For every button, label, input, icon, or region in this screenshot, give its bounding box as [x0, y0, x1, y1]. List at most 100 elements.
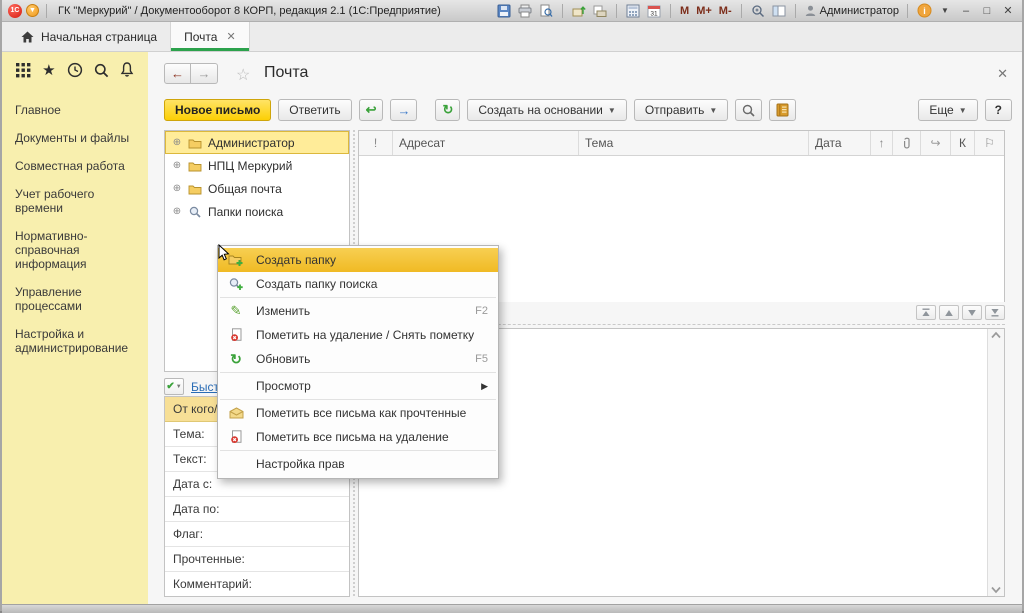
folder-icon [188, 137, 202, 149]
svg-text:31: 31 [650, 10, 658, 17]
filter-flag[interactable]: Флаг: [165, 522, 349, 547]
filter-read[interactable]: Прочтенные: [165, 547, 349, 572]
column-date[interactable]: Дата [809, 131, 871, 155]
menu-item-create-search-folder[interactable]: Создать папку поиска [218, 272, 498, 296]
folder-row-administrator[interactable]: ⊕ Администратор [165, 131, 349, 154]
back-button[interactable]: ← [164, 63, 191, 84]
column-copy[interactable]: К [951, 131, 975, 155]
mail-toolbar: Новое письмо Ответить ↩ → ↻ Создать на о… [164, 98, 1012, 122]
calendar-icon[interactable]: 31 [646, 3, 662, 18]
chevron-down-icon[interactable]: ▼ [937, 6, 953, 15]
create-based-on-button[interactable]: Создать на основании ▼ [467, 99, 626, 121]
sidebar-item-collaboration[interactable]: Совместная работа [2, 152, 148, 180]
scroll-up-icon[interactable] [990, 331, 1002, 339]
column-subject[interactable]: Тема [579, 131, 809, 155]
close-form-icon[interactable]: ✕ [997, 66, 1008, 82]
memory-m-plus-button[interactable]: M+ [695, 5, 713, 17]
favorite-star-icon[interactable]: ☆ [236, 65, 250, 85]
expand-icon[interactable]: ⊕ [172, 137, 182, 148]
filter-comment[interactable]: Комментарий: [165, 572, 349, 597]
send-mail-icon[interactable] [571, 3, 587, 18]
expand-icon[interactable]: ⊕ [172, 160, 182, 171]
menu-item-create-folder[interactable]: Создать папку [218, 248, 498, 272]
folder-icon [188, 183, 202, 195]
expand-icon[interactable]: ⊕ [172, 206, 182, 217]
favorites-star-icon[interactable]: ★ [42, 63, 55, 78]
system-menu-icon[interactable]: ▼ [26, 4, 39, 17]
column-importance[interactable]: ! [359, 131, 393, 155]
move-top-button[interactable] [916, 305, 936, 320]
expand-icon[interactable]: ⊕ [172, 183, 182, 194]
save-icon[interactable] [496, 3, 512, 18]
menu-item-mark-all-deletion[interactable]: Пометить все письма на удаление [218, 425, 498, 449]
close-window-button[interactable]: ✕ [1000, 4, 1016, 17]
menu-item-mark-all-read[interactable]: Пометить все письма как прочтенные [218, 401, 498, 425]
menu-item-rights-setup[interactable]: Настройка прав [218, 452, 498, 476]
refresh-button[interactable]: ↻ [435, 99, 460, 121]
sidebar-item-time-tracking[interactable]: Учет рабочего времени [2, 180, 148, 222]
tab-mail[interactable]: Почта ✕ [171, 22, 250, 51]
divider [670, 4, 671, 18]
current-user[interactable]: Администратор [804, 4, 899, 17]
user-icon [804, 4, 817, 17]
sidebar-item-documents-files[interactable]: Документы и файлы [2, 124, 148, 152]
memory-m-button[interactable]: M [679, 5, 690, 17]
move-down-button[interactable] [962, 305, 982, 320]
search-icon[interactable] [94, 63, 109, 78]
new-letter-button[interactable]: Новое письмо [164, 99, 271, 121]
menu-grid-icon[interactable] [16, 63, 31, 78]
sidebar-item-reference-info[interactable]: Нормативно-справочная информация [2, 222, 148, 278]
move-up-button[interactable] [939, 305, 959, 320]
search-letters-button[interactable] [735, 99, 762, 121]
calculator-icon[interactable] [625, 3, 641, 18]
menu-item-edit[interactable]: ✎ Изменить F2 [218, 299, 498, 323]
mark-deletion-icon [227, 328, 245, 342]
print-preview-icon[interactable] [538, 3, 554, 18]
reply-all-button[interactable]: ↩ [359, 99, 384, 121]
more-button[interactable]: Еще ▼ [918, 99, 977, 121]
memory-m-minus-button[interactable]: M- [718, 5, 733, 17]
filter-date-to[interactable]: Дата по: [165, 497, 349, 522]
send-button[interactable]: Отправить ▼ [634, 99, 728, 121]
sidebar-item-main[interactable]: Главное [2, 96, 148, 124]
sort-ascending-icon[interactable]: ↑ [871, 131, 893, 155]
menu-item-mark-deletion[interactable]: Пометить на удаление / Снять пометку [218, 323, 498, 347]
quick-filters-toggle[interactable]: ✔ ▼ [164, 378, 184, 395]
minimize-button[interactable]: – [958, 5, 974, 17]
forward-button[interactable]: → [191, 63, 218, 84]
column-attachment[interactable] [893, 131, 921, 155]
info-icon[interactable]: i [916, 3, 932, 18]
folder-row-npc-mercury[interactable]: ⊕ НПЦ Меркурий [165, 154, 349, 177]
history-clock-icon[interactable] [67, 62, 83, 78]
menu-item-refresh[interactable]: ↻ Обновить F5 [218, 347, 498, 371]
sidebar-item-process-management[interactable]: Управление процессами [2, 278, 148, 320]
menu-item-label: Просмотр [256, 379, 481, 393]
1c-logo-icon[interactable]: 1С [8, 4, 22, 18]
chevron-down-icon: ▼ [608, 106, 616, 115]
notifications-bell-icon[interactable] [120, 62, 134, 78]
scroll-down-icon[interactable] [990, 586, 1002, 594]
print-icon[interactable] [517, 3, 533, 18]
column-reply-status[interactable]: ↪ [921, 131, 951, 155]
zoom-icon[interactable] [750, 3, 766, 18]
column-addressee[interactable]: Адресат [393, 131, 579, 155]
preview-scrollbar[interactable] [987, 329, 1004, 596]
chevron-down-icon: ▼ [709, 106, 717, 115]
folder-row-shared-mail[interactable]: ⊕ Общая почта [165, 177, 349, 200]
reply-button[interactable]: Ответить [278, 99, 351, 121]
move-bottom-button[interactable] [985, 305, 1005, 320]
folder-row-search-folders[interactable]: ⊕ Папки поиска [165, 200, 349, 223]
menu-item-view[interactable]: Просмотр ▶ [218, 374, 498, 398]
tab-home[interactable]: Начальная страница [8, 22, 171, 51]
folder-label: Администратор [208, 136, 295, 150]
column-flag[interactable]: ⚐ [975, 131, 1004, 155]
sidebar-item-settings-administration[interactable]: Настройка и администрирование [2, 320, 148, 362]
split-view-icon[interactable] [771, 3, 787, 18]
help-button[interactable]: ? [985, 99, 1012, 121]
menu-item-label: Создать папку поиска [256, 277, 488, 291]
maximize-button[interactable]: □ [979, 5, 995, 17]
tab-close-icon[interactable]: ✕ [226, 30, 235, 43]
forward-letter-button[interactable]: → [390, 99, 417, 121]
receive-mail-icon[interactable] [592, 3, 608, 18]
address-book-button[interactable] [769, 99, 796, 121]
